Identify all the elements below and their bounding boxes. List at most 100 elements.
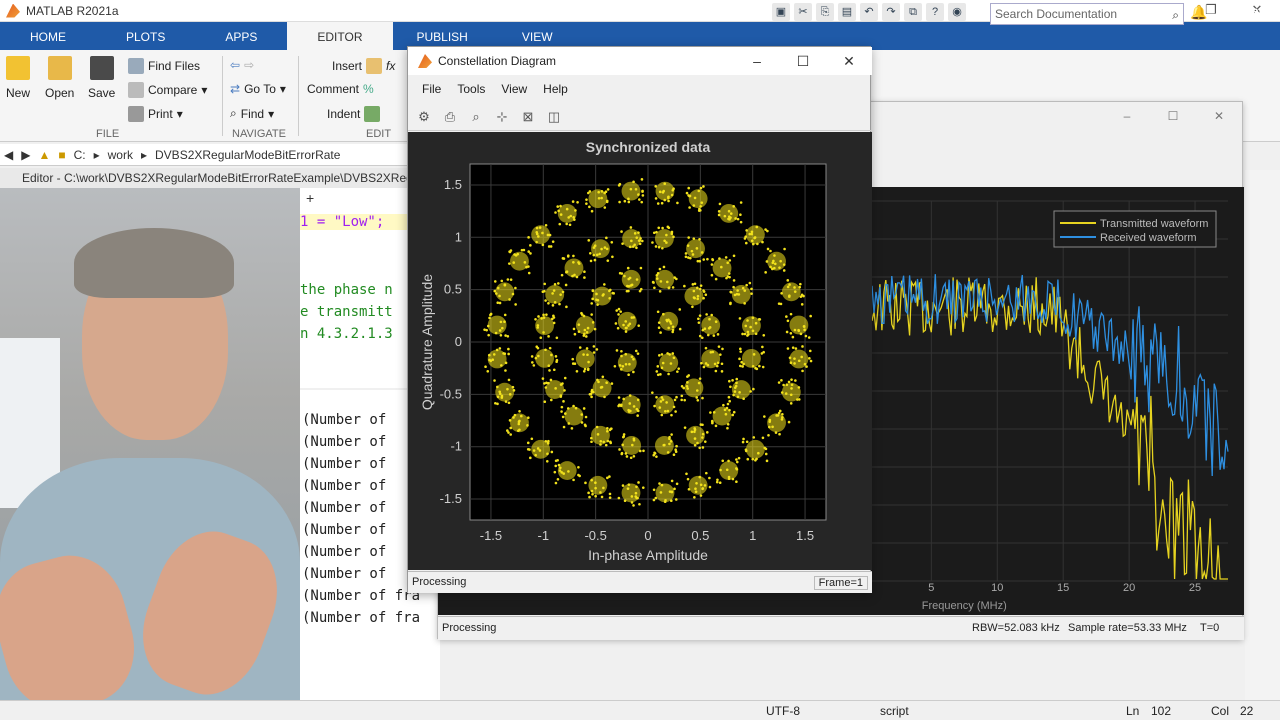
constellation-point [735, 377, 739, 381]
constellation-point [592, 351, 596, 354]
undo-icon[interactable]: ↶ [860, 3, 878, 21]
zoom-icon[interactable]: ⌕ [466, 108, 486, 126]
menu-file[interactable]: File [416, 77, 447, 101]
minimize-button[interactable]: – [734, 47, 780, 75]
constellation-point [624, 362, 628, 366]
open-button[interactable]: Open [45, 56, 74, 100]
constellation-point [620, 354, 623, 358]
constellation-point [676, 201, 679, 205]
constellation-point [544, 348, 547, 352]
minimize-button[interactable]: – [1104, 102, 1150, 130]
community-icon[interactable]: ◉ [948, 3, 966, 21]
constellation-plot[interactable]: Synchronized data -1.5 -1 -0.5 0 0.5 1 1.5 1.5 1 0… [408, 132, 872, 570]
constellation-point [698, 287, 702, 291]
constellation-point [745, 229, 748, 232]
breadcrumb-sep-icon: ▸ [140, 147, 148, 162]
close-button[interactable]: ✕ [826, 47, 872, 75]
fx-icon[interactable]: fx [386, 59, 395, 73]
constellation-point [699, 483, 703, 487]
close-button[interactable]: ✕ [1196, 102, 1242, 130]
constellation-point [755, 225, 759, 229]
back-arrow-icon[interactable]: ⇦ [230, 58, 240, 72]
highlight-icon[interactable]: ◫ [544, 108, 564, 126]
constellation-chart[interactable]: Synchronized data -1.5 -1 -0.5 0 0.5 1 1.5 1.5 1 0… [408, 132, 872, 570]
comment-button[interactable]: Comment% [307, 82, 374, 96]
command-output-line: (Number of fra [302, 610, 421, 626]
tab-apps[interactable]: APPS [195, 22, 287, 50]
compare-button[interactable]: Compare ▾ [128, 82, 207, 98]
back-arrow-icon[interactable]: ◀ [4, 148, 13, 162]
help-icon[interactable]: ? [926, 3, 944, 21]
constellation-point [735, 381, 738, 385]
forward-arrow-icon[interactable]: ▶ [21, 148, 30, 162]
user-account[interactable]: Houman [1218, 4, 1266, 18]
constellation-diagram-window[interactable]: Constellation Diagram – ☐ ✕ File Tools V… [407, 46, 872, 593]
back-forward-buttons[interactable]: ⇦ ⇨ [230, 58, 254, 72]
constellation-point [541, 290, 545, 294]
tab-plots[interactable]: PLOTS [96, 22, 195, 50]
scale-axes-icon[interactable]: ⊠ [518, 108, 538, 126]
breadcrumb-drive[interactable]: C: [74, 148, 86, 162]
constellation-point [552, 321, 556, 325]
constellation-point [651, 241, 654, 244]
find-button[interactable]: ⌕ Find ▾ [230, 106, 274, 121]
add-tab-icon[interactable]: + [300, 190, 314, 206]
constellation-point [618, 200, 621, 204]
tab-home[interactable]: HOME [0, 22, 96, 50]
constellation-point [529, 252, 532, 255]
indent-button[interactable]: Indent [327, 106, 381, 122]
constellation-point [520, 248, 524, 252]
paste-icon[interactable]: ▤ [838, 3, 856, 21]
constellation-point [734, 217, 737, 220]
workspace-panel[interactable] [1245, 170, 1280, 700]
constellation-point [761, 436, 765, 440]
constellation-point [656, 365, 660, 368]
search-icon[interactable]: ⌕ [1172, 5, 1179, 25]
copy-icon[interactable]: ⎘ [816, 3, 834, 21]
constellation-point [587, 491, 590, 495]
constellation-point [624, 320, 628, 323]
frame-counter: Frame=1 [813, 576, 868, 590]
constellation-point [702, 258, 706, 261]
constellation-point [717, 213, 721, 217]
menu-help[interactable]: Help [537, 77, 574, 101]
tab-editor[interactable]: EDITOR [287, 22, 393, 50]
switch-windows-icon[interactable]: ⧉ [904, 3, 922, 21]
constellation-point [718, 202, 722, 206]
find-files-button[interactable]: Find Files [128, 58, 200, 74]
print-button[interactable]: Print ▾ [128, 106, 183, 122]
maximize-button[interactable]: ☐ [1150, 102, 1196, 130]
constellation-point [620, 368, 623, 371]
pan-icon[interactable]: ⊹ [492, 108, 512, 126]
print-icon[interactable]: ⎙ [440, 108, 460, 126]
save-icon[interactable]: ▣ [772, 3, 790, 21]
constellation-point [691, 305, 694, 309]
breadcrumb-work[interactable]: work [108, 148, 133, 162]
constellation-point [622, 433, 626, 436]
insert-button[interactable]: Insert fx [332, 58, 395, 74]
maximize-button[interactable]: ☐ [780, 47, 826, 75]
save-button[interactable]: Save [88, 56, 115, 100]
code-line: n 4.3.2.1.3 [300, 326, 393, 342]
notification-bell-icon[interactable]: 🔔 [1190, 4, 1207, 21]
menu-tools[interactable]: Tools [451, 77, 491, 101]
menu-view[interactable]: View [495, 77, 533, 101]
forward-arrow-icon[interactable]: ⇨ [244, 58, 254, 72]
constellation-point [670, 433, 673, 436]
redo-icon[interactable]: ↷ [882, 3, 900, 21]
search-documentation-input[interactable]: Search Documentation ⌕ [990, 3, 1184, 25]
browse-folder-icon[interactable]: ■ [58, 148, 65, 162]
constellation-point [543, 282, 547, 286]
goto-button[interactable]: ⇄ Go To ▾ [230, 82, 286, 96]
constellation-point [597, 380, 600, 384]
constellation-point [500, 279, 504, 283]
settings-gear-icon[interactable]: ⚙ [414, 108, 434, 126]
up-folder-icon[interactable]: ▲ [38, 148, 50, 162]
constellation-point [688, 194, 692, 198]
cut-icon[interactable]: ✂ [794, 3, 812, 21]
constellation-point [804, 334, 808, 338]
new-button[interactable]: New [6, 56, 30, 100]
breadcrumb-folder[interactable]: DVBS2XRegularModeBitErrorRate [155, 148, 340, 162]
constellation-point [550, 398, 553, 402]
constellation-point [498, 347, 502, 350]
